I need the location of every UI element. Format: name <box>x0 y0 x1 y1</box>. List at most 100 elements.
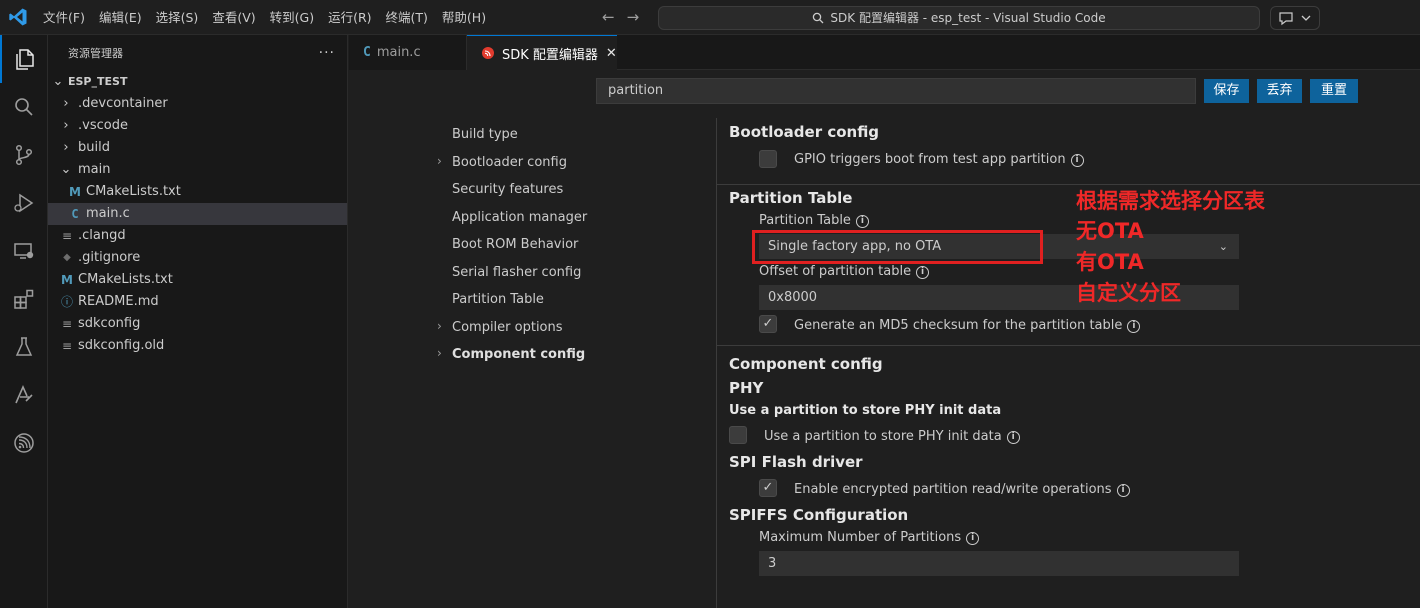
tree-item-label: main.c <box>86 206 130 221</box>
info-icon[interactable]: i <box>1127 320 1141 333</box>
forward-arrow-icon[interactable]: → <box>627 8 640 26</box>
tree-item-main-c[interactable]: C main.c <box>48 203 347 225</box>
tab-main-c[interactable]: C main.c <box>349 35 467 70</box>
partition-offset-label-text: Offset of partition table <box>759 264 912 279</box>
nav-security-features[interactable]: Security features <box>452 182 563 197</box>
encrypted-partition-checkbox[interactable]: ✓ <box>759 479 777 497</box>
menu-view[interactable]: 查看(V) <box>205 0 262 35</box>
chevron-down-icon: ⌄ <box>52 74 64 89</box>
nav-build-type[interactable]: Build type <box>452 127 518 142</box>
gpio-boot-checkbox[interactable] <box>759 150 777 168</box>
chevron-right-icon: › <box>63 140 69 155</box>
info-icon[interactable]: i <box>855 215 869 228</box>
source-control-icon[interactable] <box>0 131 48 179</box>
tree-item-build[interactable]: › build <box>48 137 347 159</box>
search-icon[interactable] <box>0 83 48 131</box>
run-debug-icon[interactable] <box>0 179 48 227</box>
reset-button[interactable]: 重置 <box>1310 79 1358 103</box>
chevron-right-icon: › <box>437 319 442 333</box>
nav-component-config[interactable]: Component config <box>452 347 585 362</box>
espressif-icon[interactable] <box>0 419 48 467</box>
extensions-icon[interactable] <box>0 275 48 323</box>
tree-item-label: .vscode <box>78 118 128 133</box>
tree-item-main-cmakelists[interactable]: M CMakeLists.txt <box>48 181 347 203</box>
menu-file[interactable]: 文件(F) <box>36 0 92 35</box>
nav-partition-table[interactable]: Partition Table <box>452 292 544 307</box>
encrypted-partition-label-text: Enable encrypted partition read/write op… <box>794 482 1112 497</box>
encrypted-partition-label: Enable encrypted partition read/write op… <box>794 482 1130 497</box>
menu-run[interactable]: 运行(R) <box>321 0 378 35</box>
tree-item-clangd[interactable]: ≡ .clangd <box>48 225 347 247</box>
tree-item-label: CMakeLists.txt <box>86 184 181 199</box>
tree-item-label: .gitignore <box>78 250 141 265</box>
cmake-file-icon: M <box>61 273 73 287</box>
nav-compiler-options[interactable]: Compiler options <box>452 320 563 335</box>
explorer-icon[interactable] <box>0 35 48 83</box>
text-file-icon: ≡ <box>61 339 73 353</box>
tree-item-label: .devcontainer <box>78 96 168 111</box>
c-file-icon: C <box>363 45 371 60</box>
spiffs-max-partitions-input[interactable]: 3 <box>759 551 1239 576</box>
tree-item-label: .clangd <box>78 228 126 243</box>
menu-selection[interactable]: 选择(S) <box>149 0 206 35</box>
annotation-line-4: 自定义分区 <box>1076 281 1181 305</box>
menu-help[interactable]: 帮助(H) <box>435 0 493 35</box>
panel-divider <box>716 118 717 608</box>
search-icon <box>813 12 824 24</box>
check-icon: ✓ <box>762 316 774 331</box>
info-icon[interactable]: i <box>1116 484 1130 497</box>
section-divider <box>717 184 1420 185</box>
close-icon[interactable]: ✕ <box>606 46 617 61</box>
annotation-highlight-box <box>752 230 1043 264</box>
sidebar-header: 资源管理器 ··· <box>48 35 347 70</box>
tree-item-cmakelists[interactable]: M CMakeLists.txt <box>48 269 347 291</box>
tree-item-main-folder[interactable]: ⌄ main <box>48 159 347 181</box>
command-center[interactable]: SDK 配置编辑器 - esp_test - Visual Studio Cod… <box>658 6 1260 30</box>
more-actions-icon[interactable]: ··· <box>319 45 335 61</box>
section-divider <box>717 345 1420 346</box>
save-button[interactable]: 保存 <box>1204 79 1249 103</box>
nav-serial-flasher-config[interactable]: Serial flasher config <box>452 265 581 280</box>
annotation-line-2: 无OTA <box>1076 219 1144 243</box>
partition-offset-label: Offset of partition table i <box>759 264 930 279</box>
chevron-right-icon: › <box>437 346 442 360</box>
nav-boot-rom-behavior[interactable]: Boot ROM Behavior <box>452 237 578 252</box>
phy-partition-checkbox[interactable] <box>729 426 747 444</box>
nav-application-manager[interactable]: Application manager <box>452 210 587 225</box>
tree-item-devcontainer[interactable]: › .devcontainer <box>48 93 347 115</box>
tab-label: main.c <box>376 45 421 60</box>
tree-item-label: CMakeLists.txt <box>78 272 173 287</box>
remote-explorer-icon[interactable] <box>0 227 48 275</box>
phy-subtitle: Use a partition to store PHY init data <box>729 403 1002 418</box>
search-input[interactable]: partition <box>596 78 1196 104</box>
tab-sdk-config-editor[interactable]: SDK 配置编辑器 ✕ <box>467 35 617 70</box>
tree-item-label: main <box>78 162 111 177</box>
discard-button[interactable]: 丢弃 <box>1257 79 1302 103</box>
testing-icon[interactable] <box>0 323 48 371</box>
tree-item-gitignore[interactable]: ◆ .gitignore <box>48 247 347 269</box>
back-arrow-icon[interactable]: ← <box>602 8 615 26</box>
menu-edit[interactable]: 编辑(E) <box>92 0 149 35</box>
info-icon[interactable]: i <box>1006 431 1020 444</box>
explorer-sidebar: 资源管理器 ··· ⌄ ESP_TEST › .devcontainer › .… <box>48 35 348 608</box>
md5-checksum-checkbox[interactable]: ✓ <box>759 315 777 333</box>
idf-extension-icon[interactable] <box>0 371 48 419</box>
menu-terminal[interactable]: 终端(T) <box>379 0 435 35</box>
copilot-button[interactable] <box>1270 6 1320 30</box>
phy-partition-label: Use a partition to store PHY init data i <box>764 429 1020 444</box>
tree-item-sdkconfig[interactable]: ≡ sdkconfig <box>48 313 347 335</box>
info-icon[interactable]: i <box>966 532 980 545</box>
md5-checksum-label-text: Generate an MD5 checksum for the partiti… <box>794 318 1123 333</box>
menu-go[interactable]: 转到(G) <box>263 0 321 35</box>
tree-root-label: ESP_TEST <box>68 75 128 88</box>
nav-bootloader-config[interactable]: Bootloader config <box>452 155 567 170</box>
editor-tab-bar: C main.c SDK 配置编辑器 ✕ <box>349 35 1420 70</box>
tree-item-vscode[interactable]: › .vscode <box>48 115 347 137</box>
info-icon[interactable]: i <box>916 266 930 279</box>
tree-item-readme[interactable]: ⓘ README.md <box>48 291 347 313</box>
tree-item-label: sdkconfig <box>78 316 141 331</box>
c-file-icon: C <box>71 207 79 221</box>
info-icon[interactable]: i <box>1070 154 1084 167</box>
tree-item-sdkconfig-old[interactable]: ≡ sdkconfig.old <box>48 335 347 357</box>
tree-root[interactable]: ⌄ ESP_TEST <box>48 71 347 93</box>
